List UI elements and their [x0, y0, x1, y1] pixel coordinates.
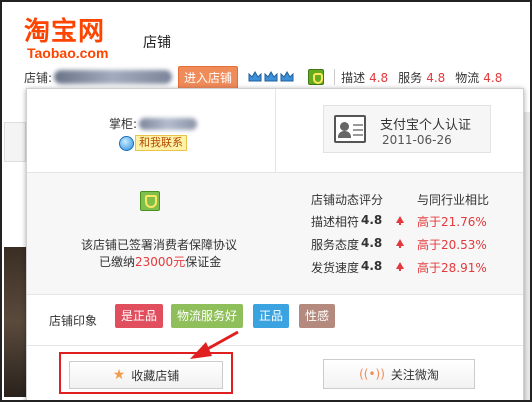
- shop-info-bar: 店铺: 进入店铺 描述 4.8 服务 4.8 物流 4.8: [24, 65, 530, 89]
- follow-weitao-label: 关注微淘: [390, 367, 439, 382]
- score-header: 店铺动态评分: [311, 193, 384, 207]
- alipay-date: 2011-06-26: [382, 133, 452, 147]
- deposit-amount: 23000元: [135, 255, 186, 269]
- shopkeeper: 掌柜:: [109, 115, 198, 132]
- shopkeeper-name-redacted: [139, 117, 198, 130]
- up-arrow-icon: [396, 262, 404, 271]
- logo-text-en: Taobao.com: [27, 45, 109, 61]
- follow-weitao-button[interactable]: ((•)) 关注微淘: [323, 359, 475, 389]
- crown-icon: [248, 71, 262, 82]
- impression-tag[interactable]: 是正品: [115, 304, 164, 328]
- rating-logistics: 物流 4.8: [455, 70, 503, 85]
- screenshot-frame: 淘宝网 Taobao.com 店铺 店铺: 进入店铺 描述 4.8 服务 4.8 物…: [0, 0, 532, 402]
- alipay-title: 支付宝个人认证: [380, 118, 472, 133]
- page-title: 店铺: [143, 35, 171, 51]
- background-right-strip: [524, 112, 530, 400]
- impression-label: 店铺印象: [49, 314, 98, 328]
- deposit-line: 已缴纳23000元保证金: [99, 255, 222, 269]
- rating-service: 服务 4.8: [398, 70, 446, 85]
- shopkeeper-label: 掌柜:: [109, 117, 138, 131]
- up-arrow-icon: [396, 216, 404, 225]
- shop-name-redacted[interactable]: [54, 70, 173, 84]
- taobao-logo[interactable]: 淘宝网 Taobao.com: [24, 18, 120, 62]
- crown-icon: [264, 71, 278, 82]
- consumer-protection-icon: [140, 191, 160, 211]
- impression-tag[interactable]: 性感: [299, 304, 336, 328]
- background-left-strip: [4, 112, 26, 400]
- contact-me-button[interactable]: 和我联系: [119, 135, 187, 151]
- seller-row: 掌柜: 和我联系 支付宝个人认证 2011-06-26: [27, 89, 523, 173]
- score-row: 描述相符 4.8 高于21.76%: [311, 213, 487, 229]
- consumer-protection-icon[interactable]: [308, 69, 325, 85]
- annotation-arrow-icon: [190, 330, 239, 359]
- crown-icon: [280, 71, 294, 82]
- assurance-line: 该店铺已签署消费者保障协议: [81, 238, 238, 252]
- score-row: 发货速度 4.8 高于28.91%: [311, 259, 487, 275]
- rating-description: 描述 4.8: [341, 70, 389, 85]
- logo-text-cn: 淘宝网: [24, 17, 106, 47]
- wangwang-icon: [119, 135, 134, 151]
- broadcast-icon: ((•)): [359, 367, 385, 381]
- divider: [275, 89, 276, 173]
- assurance-score-row: 该店铺已签署消费者保障协议 已缴纳23000元保证金 店铺动态评分 与同行业相比…: [27, 173, 523, 295]
- impression-tag[interactable]: 正品: [253, 304, 290, 328]
- score-row: 服务态度 4.8 高于20.53%: [311, 236, 487, 252]
- up-arrow-icon: [396, 239, 404, 248]
- contact-me-label: 和我联系: [135, 135, 187, 151]
- crown-rating: [248, 71, 294, 83]
- shop-label: 店铺:: [24, 70, 53, 85]
- id-card-icon: [334, 115, 366, 143]
- compare-header: 与同行业相比: [417, 193, 490, 207]
- impression-row: 店铺印象 是正品 物流服务好 正品 性感: [27, 296, 523, 346]
- alipay-verification: 支付宝个人认证 2011-06-26: [323, 105, 491, 153]
- divider: [334, 69, 336, 85]
- impression-tag[interactable]: 物流服务好: [171, 304, 244, 328]
- enter-shop-button[interactable]: 进入店铺: [178, 65, 239, 89]
